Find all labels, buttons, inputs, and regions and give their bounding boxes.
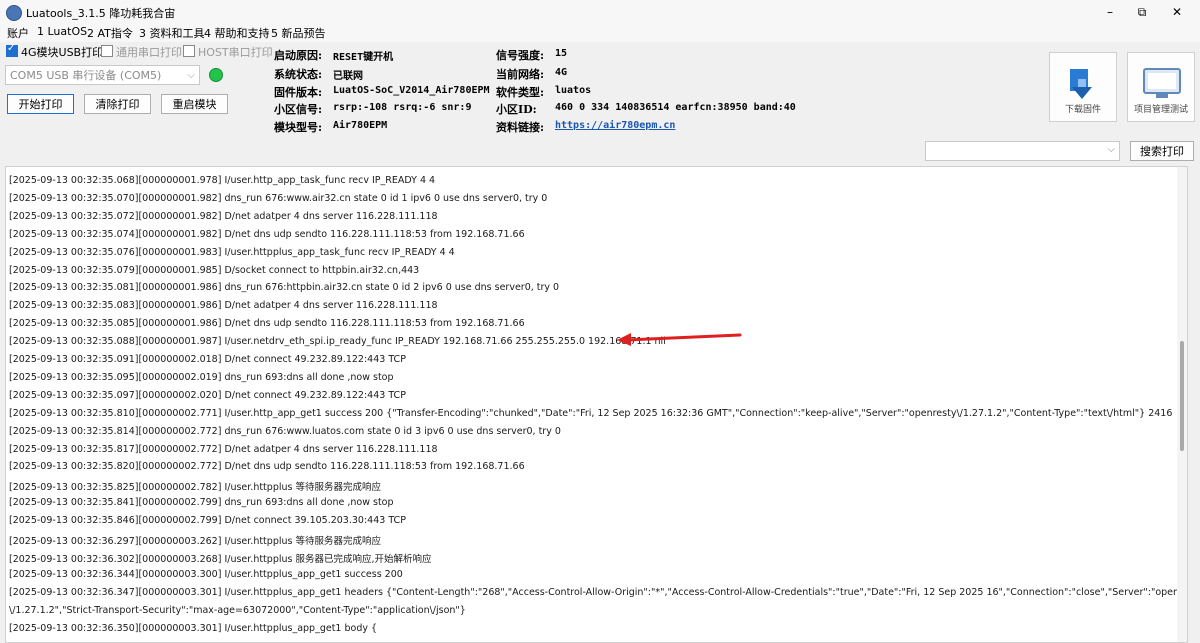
module-model-value: Air780EPM [333,120,388,131]
software-type-value: luatos [555,85,592,96]
checkbox-checked-icon [6,43,18,57]
chevron-down-icon: ⌵ [187,70,195,81]
log-scroll-thumb[interactable] [1180,341,1184,451]
menu-new-products[interactable]: 5 新品预告 [271,25,326,41]
log-line: \/1.27.1.2","Strict-Transport-Security":… [9,604,466,616]
log-line: [2025-09-13 00:32:35.085][000000001.986]… [9,318,525,330]
close-button[interactable]: ✕ [1162,4,1192,20]
boot-reason-label: 启动原因: [274,49,323,62]
log-scrollbar[interactable] [1177,167,1187,642]
cell-signal-label: 小区信号: [274,103,323,116]
doc-link-label: 资料链接: [496,121,545,134]
signal-strength-label: 信号强度: [496,49,545,62]
project-management-label: 项目管理测试 [1133,105,1188,115]
log-line: [2025-09-13 00:32:35.810][000000002.771]… [9,407,1173,419]
maximize-button[interactable]: ⧉ [1127,4,1157,20]
menu-resources-tools[interactable]: 3 资料和工具 [139,25,205,41]
project-management-button[interactable]: 项目管理测试 [1127,52,1195,122]
log-line: [2025-09-13 00:32:35.817][000000002.772]… [9,443,438,455]
log-line: [2025-09-13 00:32:35.820][000000002.772]… [9,461,525,473]
log-line: [2025-09-13 00:32:35.081][000000001.986]… [9,282,560,294]
restart-module-button[interactable]: 重启模块 [161,94,228,114]
log-line: [2025-09-13 00:32:35.070][000000001.982]… [9,192,548,204]
menu-account[interactable]: 账户 [7,25,29,41]
log-line: [2025-09-13 00:32:35.068][000000001.978]… [9,175,436,186]
log-line: [2025-09-13 00:32:35.814][000000002.772]… [9,425,561,437]
system-state-value: 已联网 [333,71,363,82]
app-logo-icon [6,5,22,21]
log-line: [2025-09-13 00:32:35.097][000000002.020]… [9,389,406,401]
serial-print-label: 通用串口打印 [116,46,182,59]
chevron-down-icon: ⌵ [1107,144,1115,155]
signal-strength-value: 15 [555,48,568,59]
menu-at-commands[interactable]: 2 AT指令 [87,25,133,41]
cell-signal-value: rsrp:-108 rsrq:-6 snr:9 [333,102,472,113]
firmware-value: LuatOS-SoC_V2014_Air780EPM [333,85,490,96]
clear-print-button[interactable]: 清除打印 [84,94,151,114]
search-print-button[interactable]: 搜索打印 [1130,141,1194,161]
current-network-label: 当前网络: [496,68,545,81]
current-network-value: 4G [555,67,568,78]
host-print-label: HOST串口打印 [198,46,273,59]
software-type-label: 软件类型: [496,86,545,99]
port-select[interactable]: COM5 USB 串行设备 (COM5) ⌵ [5,65,200,85]
log-line: [2025-09-13 00:32:36.344][000000003.300]… [9,568,403,580]
annotation-arrow-icon [617,333,742,346]
usb-print-label: 4G模块USB打印 [21,46,104,59]
log-line: [2025-09-13 00:32:35.846][000000002.799]… [9,515,406,527]
log-line: [2025-09-13 00:32:35.841][000000002.799]… [9,497,394,509]
log-line: [2025-09-13 00:32:35.825][000000002.782]… [9,482,381,494]
minimize-button[interactable]: – [1095,4,1125,20]
checkbox-empty-icon [101,45,113,57]
checkbox-empty-icon [183,45,195,57]
log-line: [2025-09-13 00:32:35.091][000000002.018]… [9,354,406,365]
cell-id-value: 460 0 334 140836514 earfcn:38950 band:40 [555,102,796,113]
download-firmware-label: 下载固件 [1064,105,1101,115]
module-model-label: 模块型号: [274,121,323,134]
connection-status-indicator [209,68,223,82]
log-line: [2025-09-13 00:32:35.095][000000002.019]… [9,371,394,383]
system-state-label: 系统状态: [274,68,323,81]
log-line: [2025-09-13 00:32:35.072][000000001.982]… [9,210,438,222]
log-line: [2025-09-13 00:32:35.074][000000001.982]… [9,228,525,240]
menu-help-support[interactable]: 4 帮助和支持 [204,25,270,41]
log-line: [2025-09-13 00:32:36.350][000000003.301]… [9,622,378,634]
download-firmware-button[interactable]: 下载固件 [1049,52,1117,122]
start-print-button[interactable]: 开始打印 [7,94,74,114]
log-line: [2025-09-13 00:32:36.297][000000003.262]… [9,536,381,547]
menu-luatos[interactable]: 1 LuatOS [37,25,87,38]
firmware-label: 固件版本: [274,86,323,99]
title-bar: Luatools_3.1.5 降功耗我合宙 – ⧉ ✕ [0,0,1200,24]
search-input[interactable]: ⌵ [925,141,1120,161]
doc-link[interactable]: https://air780epm.cn [555,120,675,131]
usb-print-checkbox[interactable]: 4G模块USB打印 [6,43,104,60]
port-select-value: COM5 USB 串行设备 (COM5) [10,69,162,82]
download-icon [1070,69,1092,99]
log-line: [2025-09-13 00:32:36.302][000000003.268]… [9,553,432,565]
log-line: [2025-09-13 00:32:35.088][000000001.987]… [9,336,666,348]
log-line: [2025-09-13 00:32:36.347][000000003.301]… [9,586,1188,598]
project-management-icon [1143,68,1181,98]
log-line: [2025-09-13 00:32:35.083][000000001.986]… [9,300,438,312]
cell-id-label: 小区ID: [496,103,537,116]
window-title: Luatools_3.1.5 降功耗我合宙 [26,7,176,20]
host-print-checkbox[interactable]: HOST串口打印 [183,44,273,60]
menu-bar: 账户 1 LuatOS 2 AT指令 3 资料和工具 4 帮助和支持 5 新品预… [0,24,1200,42]
log-line: [2025-09-13 00:32:35.076][000000001.983]… [9,246,455,258]
boot-reason-value: RESET键开机 [333,52,394,63]
log-line: [2025-09-13 00:32:35.079][000000001.985]… [9,264,420,276]
serial-print-checkbox[interactable]: 通用串口打印 [101,44,182,60]
log-output-panel[interactable]: [2025-09-13 00:32:35.068][000000001.978]… [5,166,1188,643]
